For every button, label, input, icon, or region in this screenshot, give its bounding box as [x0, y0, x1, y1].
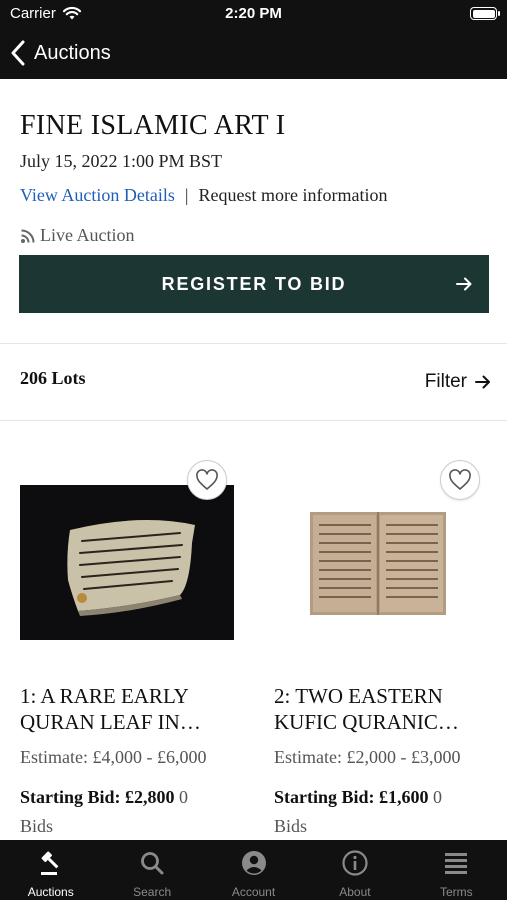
tab-terms[interactable]: Terms — [406, 840, 507, 900]
divider — [0, 343, 507, 344]
favorite-button[interactable] — [440, 460, 480, 500]
tab-search[interactable]: Search — [101, 840, 202, 900]
favorite-button[interactable] — [187, 460, 227, 500]
tab-bar: Auctions Search Account About Terms — [0, 840, 507, 900]
filter-label: Filter — [424, 371, 467, 392]
account-icon — [241, 851, 266, 875]
tab-label: About — [339, 885, 371, 899]
lot-bids-label: Bids — [20, 816, 54, 836]
auction-type: Live Auction — [20, 225, 134, 246]
tab-about[interactable]: About — [304, 840, 405, 900]
lot-title[interactable]: 1: A RARE EARLY QURAN LEAF IN… — [20, 683, 234, 735]
arrow-right-icon — [456, 277, 472, 291]
rss-icon — [21, 229, 35, 243]
tab-account[interactable]: Account — [203, 840, 304, 900]
register-to-bid-button[interactable]: REGISTER TO BID — [19, 255, 489, 313]
view-auction-details-link[interactable]: View Auction Details — [20, 185, 175, 206]
lot-starting-bid: Starting Bid: £2,800 0 — [20, 787, 189, 807]
heart-icon — [196, 469, 218, 490]
top-bar: Carrier 2:20 PM Auctions — [0, 0, 507, 79]
battery-icon — [470, 7, 500, 20]
back-button[interactable]: Auctions — [10, 38, 111, 68]
tab-label: Search — [133, 885, 172, 899]
lot-estimate: Estimate: £2,000 - £3,000 — [274, 747, 461, 767]
link-separator: | — [184, 185, 189, 205]
search-icon — [141, 852, 164, 875]
status-time: 2:20 PM — [225, 5, 282, 22]
lot-starting-bid: Starting Bid: £1,600 0 — [274, 787, 443, 807]
status-bar: Carrier 2:20 PM — [0, 0, 507, 28]
lots-count: 206 Lots — [20, 368, 86, 388]
arrow-right-icon — [475, 375, 490, 389]
auction-title: FINE ISLAMIC ART I — [20, 110, 286, 141]
lot-image[interactable] — [274, 485, 488, 640]
divider — [0, 420, 507, 421]
gavel-icon — [40, 851, 59, 875]
back-label: Auctions — [34, 41, 111, 64]
auction-type-label: Live Auction — [40, 225, 135, 245]
auction-date: July 15, 2022 1:00 PM BST — [20, 151, 223, 171]
tab-label: Account — [231, 885, 276, 899]
register-label: REGISTER TO BID — [161, 273, 347, 294]
heart-icon — [449, 469, 471, 490]
lot-image[interactable] — [20, 485, 234, 640]
chevron-left-icon — [11, 40, 25, 66]
terms-icon — [445, 853, 468, 874]
lot-bids-label: Bids — [274, 816, 308, 836]
request-info-link[interactable]: Request more information — [199, 185, 388, 206]
lot-title[interactable]: 2: TWO EASTERN KUFIC QURANIC… — [274, 683, 488, 735]
tab-auctions[interactable]: Auctions — [0, 840, 101, 900]
lot-estimate: Estimate: £4,000 - £6,000 — [20, 747, 207, 767]
auction-links: View Auction Details | Request more info… — [20, 185, 387, 206]
tab-label: Auctions — [27, 885, 74, 899]
tab-label: Terms — [439, 885, 473, 899]
info-icon — [342, 850, 368, 876]
filter-button[interactable]: Filter — [425, 371, 491, 393]
